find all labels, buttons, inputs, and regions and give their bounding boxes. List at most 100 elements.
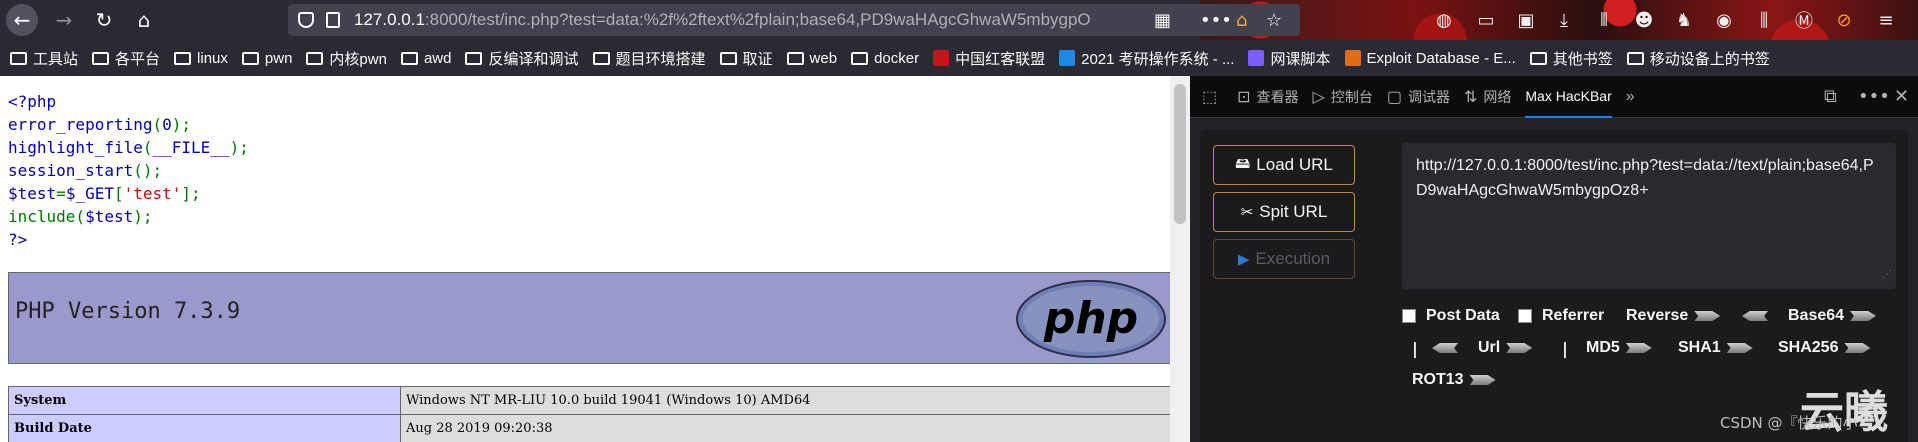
post-data-option[interactable]: Post Data bbox=[1402, 307, 1500, 325]
reverse-button[interactable]: Reverse bbox=[1626, 307, 1721, 325]
folder-icon[interactable]: ▭ bbox=[1474, 8, 1498, 32]
arrow-left-icon bbox=[1432, 343, 1458, 353]
bookmark-item[interactable]: 工具站 bbox=[10, 48, 78, 69]
execution-label: Execution bbox=[1255, 249, 1331, 268]
code-token: ]; bbox=[181, 184, 201, 203]
more-tabs-button[interactable]: » bbox=[1626, 88, 1641, 106]
close-devtools-icon[interactable]: ✕ bbox=[1894, 86, 1909, 107]
resize-handle-icon[interactable]: ⋰ bbox=[1882, 262, 1892, 287]
bookmark-star-icon[interactable]: ☆ bbox=[1266, 10, 1282, 31]
bookmark-label: docker bbox=[874, 49, 920, 67]
more-actions-icon[interactable]: ••• bbox=[1200, 10, 1232, 31]
code-token: (); bbox=[133, 161, 163, 180]
execution-button[interactable]: ▶ Execution bbox=[1213, 239, 1355, 279]
back-button[interactable]: ← bbox=[6, 4, 38, 36]
bookmark-label: 移动设备上的书签 bbox=[1649, 50, 1770, 68]
library-icon[interactable]: ⫴ bbox=[1592, 8, 1616, 32]
bookmark-item[interactable]: 中国红客联盟 bbox=[933, 48, 1045, 69]
bookmark-item[interactable]: 移动设备上的书签 bbox=[1626, 48, 1770, 69]
bookmark-item[interactable]: 各平台 bbox=[92, 48, 160, 69]
split-icon: ✂ bbox=[1240, 204, 1254, 221]
tab-inspector[interactable]: ⊡ 查看器 bbox=[1237, 87, 1298, 107]
bookmark-item[interactable]: 反编译和调试 bbox=[465, 48, 579, 69]
scrollbar-thumb[interactable] bbox=[1174, 84, 1186, 224]
bookmark-item[interactable]: Exploit Database - E... bbox=[1344, 50, 1516, 67]
base64-button[interactable]: Base64 bbox=[1742, 307, 1877, 325]
url-text[interactable]: 127.0.0.1:8000/test/inc.php?test=data:%2… bbox=[354, 10, 1154, 30]
bookmark-label: awd bbox=[423, 49, 452, 67]
hackbar-url-textarea[interactable]: http://127.0.0.1:8000/test/inc.php?test=… bbox=[1402, 143, 1896, 289]
page-info-icon[interactable] bbox=[326, 12, 340, 28]
extension-grid-icon[interactable]: ⫼ bbox=[1752, 8, 1776, 32]
extension-icon[interactable]: ♞ bbox=[1672, 8, 1696, 32]
extension-m-icon[interactable]: Ⓜ bbox=[1792, 8, 1816, 32]
bookmark-item[interactable]: 其他书签 bbox=[1529, 48, 1613, 69]
arrow-right-icon bbox=[1506, 343, 1533, 353]
page-scrollbar[interactable] bbox=[1170, 76, 1190, 442]
element-picker-button[interactable]: ⬚ bbox=[1202, 87, 1223, 107]
screenshot-icon[interactable]: ▣ bbox=[1514, 8, 1538, 32]
sha1-button[interactable]: SHA1 bbox=[1678, 339, 1753, 357]
bookmark-label: 取证 bbox=[742, 50, 773, 68]
tab-console[interactable]: ▷ 控制台 bbox=[1313, 87, 1373, 107]
bookmark-item[interactable]: 2021 考研操作系统 - ... bbox=[1059, 48, 1234, 69]
split-url-label: Spit URL bbox=[1259, 202, 1328, 221]
bookmark-item[interactable]: web bbox=[786, 50, 837, 67]
bookmark-item[interactable]: pwn bbox=[241, 50, 292, 67]
menu-icon[interactable]: ≡ bbox=[1874, 8, 1898, 32]
url-bar[interactable]: 127.0.0.1:8000/test/inc.php?test=data:%2… bbox=[288, 4, 1300, 36]
forward-button[interactable]: → bbox=[48, 4, 80, 36]
reload-button[interactable]: ↻ bbox=[88, 4, 120, 36]
block-icon[interactable]: ⊘ bbox=[1832, 8, 1856, 32]
bookmark-item[interactable]: 题目环境搭建 bbox=[592, 48, 706, 69]
extension-mask-icon[interactable]: ◉ bbox=[1712, 8, 1736, 32]
tab-debugger-label: 调试器 bbox=[1407, 88, 1450, 105]
tracking-shield-icon[interactable] bbox=[298, 12, 314, 28]
rot13-button[interactable]: ROT13 bbox=[1412, 371, 1496, 389]
arrow-right-icon bbox=[1694, 311, 1721, 321]
bookmark-item[interactable]: awd bbox=[400, 49, 452, 67]
bookmark-label: linux bbox=[197, 49, 228, 67]
referrer-checkbox[interactable] bbox=[1518, 309, 1532, 323]
tab-debugger[interactable]: ▢ 调试器 bbox=[1387, 87, 1450, 107]
tab-hackbar[interactable]: Max HacKBar bbox=[1525, 76, 1612, 118]
arrow-right-icon bbox=[1625, 343, 1652, 353]
code-token: 0 bbox=[162, 115, 172, 134]
arrow-right-icon: → bbox=[55, 8, 73, 32]
sha256-label: SHA256 bbox=[1778, 339, 1839, 356]
tab-network[interactable]: ⇅ 网络 bbox=[1464, 87, 1511, 107]
post-data-checkbox[interactable] bbox=[1402, 309, 1416, 323]
site-favicon-icon bbox=[1344, 50, 1361, 66]
devtools-menu-icon[interactable]: ••• bbox=[1858, 86, 1890, 107]
code-token: $_GET bbox=[65, 184, 114, 203]
home-marker-icon[interactable]: ⌂ bbox=[1236, 10, 1247, 31]
table-row: Build Date Aug 28 2019 09:20:38 bbox=[8, 414, 1170, 442]
bookmark-item[interactable]: docker bbox=[851, 50, 919, 67]
load-url-button[interactable]: 🖴 Load URL bbox=[1213, 145, 1355, 185]
code-token: include( bbox=[8, 207, 86, 226]
folder-icon bbox=[719, 51, 737, 65]
bookmark-label: 2021 考研操作系统 - ... bbox=[1081, 50, 1235, 68]
bookmark-item[interactable]: linux bbox=[174, 50, 228, 67]
picker-icon: ⬚ bbox=[1202, 88, 1218, 106]
extension-user-icon[interactable]: ☻ bbox=[1632, 8, 1656, 32]
home-button[interactable]: ⌂ bbox=[128, 4, 160, 36]
download-icon[interactable]: ⤓ bbox=[1552, 8, 1576, 32]
bookmark-item[interactable]: 内核pwn bbox=[306, 48, 387, 69]
bookmarks-bar: 工具站 各平台 linux pwn 内核pwn awd 反编译和调试 题目环境搭建 取证 web d… bbox=[0, 40, 1918, 76]
qr-code-icon[interactable]: ▦ bbox=[1154, 10, 1171, 31]
sha256-button[interactable]: SHA256 bbox=[1778, 339, 1871, 357]
bookmark-label: 网课脚本 bbox=[1270, 50, 1331, 68]
url-encode-button[interactable]: Url bbox=[1432, 339, 1533, 357]
bookmark-item[interactable]: 取证 bbox=[719, 48, 773, 69]
bookmark-item[interactable]: 网课脚本 bbox=[1248, 48, 1331, 69]
php-source-code: <?php error_reporting(0); highlight_file(_… bbox=[8, 90, 249, 251]
split-url-button[interactable]: ✂ Spit URL bbox=[1213, 192, 1355, 232]
md5-button[interactable]: MD5 bbox=[1586, 339, 1652, 357]
referrer-option[interactable]: Referrer bbox=[1518, 307, 1604, 325]
arrow-right-icon bbox=[1850, 311, 1877, 321]
firefox-account-icon[interactable]: ◍ bbox=[1432, 8, 1456, 32]
code-token: 'test' bbox=[123, 184, 182, 203]
tab-hackbar-label: Max HacKBar bbox=[1525, 87, 1612, 104]
dock-side-icon[interactable]: ⧉ bbox=[1824, 86, 1837, 107]
